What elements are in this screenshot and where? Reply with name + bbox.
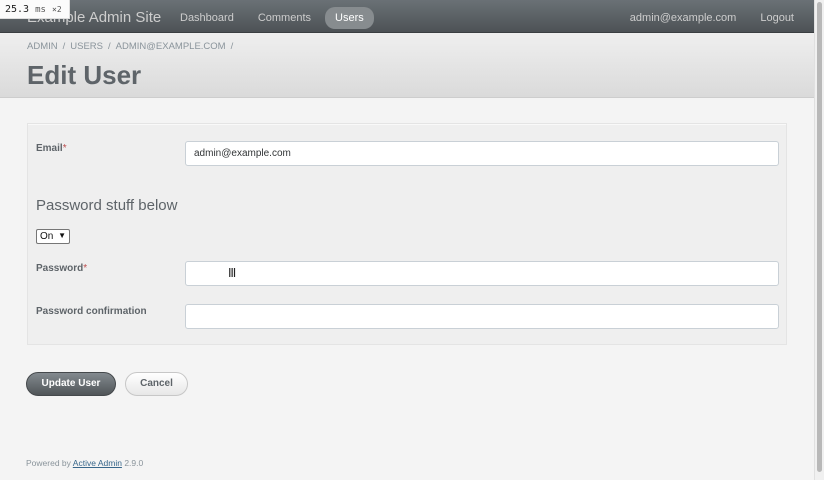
password-toggle-select[interactable]: On ▼ xyxy=(36,229,70,244)
footer-prefix: Powered by xyxy=(26,458,71,468)
password-confirmation-field[interactable] xyxy=(185,304,779,329)
current-user-link[interactable]: admin@example.com xyxy=(606,7,737,24)
password-section-heading: Password stuff below xyxy=(36,197,178,214)
header: Example Admin Site Dashboard Comments Us… xyxy=(0,0,814,33)
cancel-button[interactable]: Cancel xyxy=(125,372,188,396)
logout-link[interactable]: Logout xyxy=(736,7,794,24)
breadcrumb-separator: / xyxy=(108,41,111,52)
user-form-panel: Email* Password stuff below On ▼ Passwor… xyxy=(27,123,787,345)
password-confirmation-label: Password confirmation xyxy=(36,306,147,317)
required-marker: * xyxy=(83,263,88,274)
perf-multiplier: ×2 xyxy=(52,5,62,14)
footer: Powered by Active Admin 2.9.0 xyxy=(26,458,143,468)
email-label-text: Email xyxy=(36,143,63,154)
password-label: Password* xyxy=(36,263,87,274)
page-title: Edit User xyxy=(27,60,142,90)
password-label-text: Password xyxy=(36,263,84,274)
perf-badge[interactable]: 25.3 ms ×2 xyxy=(0,0,70,19)
nav-item-users[interactable]: Users xyxy=(325,7,374,29)
email-field[interactable] xyxy=(185,141,779,166)
title-bar: ADMIN / USERS / ADMIN@EXAMPLE.COM / Edit… xyxy=(0,33,814,98)
required-marker: * xyxy=(62,143,67,154)
main-nav: Dashboard Comments Users xyxy=(170,7,378,29)
breadcrumb-separator: / xyxy=(62,41,66,52)
utility-nav: admin@example.com Logout xyxy=(606,7,794,24)
scrollbar-thumb[interactable] xyxy=(817,2,822,472)
password-toggle-value: On xyxy=(40,231,54,242)
text-cursor-icon: Ⅲ xyxy=(228,266,237,280)
breadcrumb-users[interactable]: USERS xyxy=(70,41,103,52)
active-admin-link[interactable]: Active Admin xyxy=(73,458,122,468)
perf-unit: ms xyxy=(35,5,46,15)
breadcrumb: ADMIN / USERS / ADMIN@EXAMPLE.COM / xyxy=(27,41,238,52)
breadcrumb-admin[interactable]: ADMIN xyxy=(27,41,58,52)
update-user-button[interactable]: Update User xyxy=(26,372,116,396)
password-field[interactable] xyxy=(185,261,779,286)
scrollbar[interactable] xyxy=(814,0,824,480)
nav-item-dashboard[interactable]: Dashboard xyxy=(170,7,244,29)
breadcrumb-user[interactable]: ADMIN@EXAMPLE.COM xyxy=(116,41,226,52)
nav-item-comments[interactable]: Comments xyxy=(248,7,321,29)
chevron-down-icon: ▼ xyxy=(58,231,66,240)
perf-value: 25.3 xyxy=(5,4,30,15)
email-label: Email* xyxy=(36,143,67,154)
breadcrumb-separator: / xyxy=(230,41,234,52)
footer-version: 2.9.0 xyxy=(124,458,144,468)
